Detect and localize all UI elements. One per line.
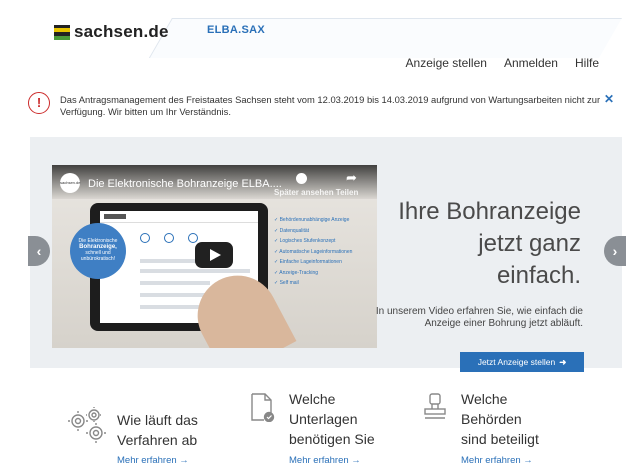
maintenance-alert: ! Das Antragsmanagement des Freistaates … — [24, 90, 614, 126]
headline-line: einfach. — [496, 262, 581, 289]
gears-icon — [68, 407, 106, 443]
info-title-line: benötigen Sie — [289, 431, 375, 447]
tablet-line — [140, 269, 250, 273]
carousel-next-button[interactable]: › — [604, 236, 626, 266]
app-name-main: ELBA — [207, 24, 239, 36]
info-title: Welche Behörden sind beteiligt — [461, 389, 539, 449]
arrow-right-icon: ➜ — [559, 357, 567, 367]
share-icon[interactable]: ➦ — [346, 170, 357, 186]
hero-headline: Ihre Bohranzeige jetzt ganz einfach. — [341, 196, 581, 292]
app-name-suffix: .SAX — [238, 24, 266, 36]
nav-hilfe[interactable]: Hilfe — [575, 56, 599, 70]
tablet-steps — [140, 233, 198, 243]
top-bar: sachsen.de ELBA.SAX — [0, 0, 633, 58]
info-title-line: Welche — [289, 391, 336, 407]
main-nav: Anzeige stellen Anmelden Hilfe — [406, 56, 599, 70]
info-title-line: sind beteiligt — [461, 431, 539, 447]
info-title-line: Verfahren ab — [117, 432, 198, 448]
more-link-behoerden[interactable]: Mehr erfahren → — [461, 455, 533, 466]
tablet-logo — [104, 214, 126, 219]
step-dot — [188, 233, 198, 243]
cta-button[interactable]: Jetzt Anzeige stellen ➜ — [460, 352, 584, 372]
video-badge: Die Elektronische Bohranzeige, schnell u… — [70, 223, 126, 279]
document-check-icon — [251, 393, 275, 422]
tablet-line — [140, 281, 210, 285]
nav-anzeige-stellen[interactable]: Anzeige stellen — [406, 56, 487, 70]
info-title: Welche Unterlagen benötigen Sie — [289, 389, 375, 449]
tablet-screen-header — [100, 211, 258, 223]
cta-label: Jetzt Anzeige stellen — [477, 357, 556, 367]
logo-text: sachsen.de — [74, 22, 169, 41]
info-title-line: Welche — [461, 391, 508, 407]
channel-avatar[interactable]: sachsen.de — [60, 173, 80, 193]
nav-anmelden[interactable]: Anmelden — [504, 56, 558, 70]
headline-line: Ihre Bohranzeige — [398, 198, 581, 225]
sachsen-logo[interactable]: sachsen.de — [54, 22, 169, 42]
headline-line: jetzt ganz — [478, 230, 581, 257]
info-title-line: Behörden — [461, 411, 522, 427]
info-title: Wie läuft das Verfahren ab — [117, 410, 198, 450]
step-dot — [140, 233, 150, 243]
saxony-flag-icon — [54, 24, 70, 40]
warning-icon: ! — [28, 92, 50, 114]
more-link-unterlagen[interactable]: Mehr erfahren → — [289, 455, 361, 466]
info-title-line: Unterlagen — [289, 411, 358, 427]
stamp-icon — [424, 393, 446, 419]
info-title-line: Wie läuft das — [117, 412, 198, 428]
app-name[interactable]: ELBA.SAX — [207, 24, 265, 36]
alert-text: Das Antragsmanagement des Freistaates Sa… — [60, 94, 601, 117]
more-link-verfahren[interactable]: Mehr erfahren → — [117, 455, 189, 466]
hero-subtext: In unserem Video erfahren Sie, wie einfa… — [375, 306, 583, 329]
clock-icon[interactable] — [296, 173, 307, 184]
badge-line: schnell und unbürokratisch! — [80, 250, 116, 262]
play-button[interactable] — [195, 242, 233, 268]
video-title[interactable]: Die Elektronische Bohranzeige ELBA.... — [88, 178, 282, 190]
step-dot — [164, 233, 174, 243]
close-icon[interactable]: ✕ — [604, 92, 614, 106]
